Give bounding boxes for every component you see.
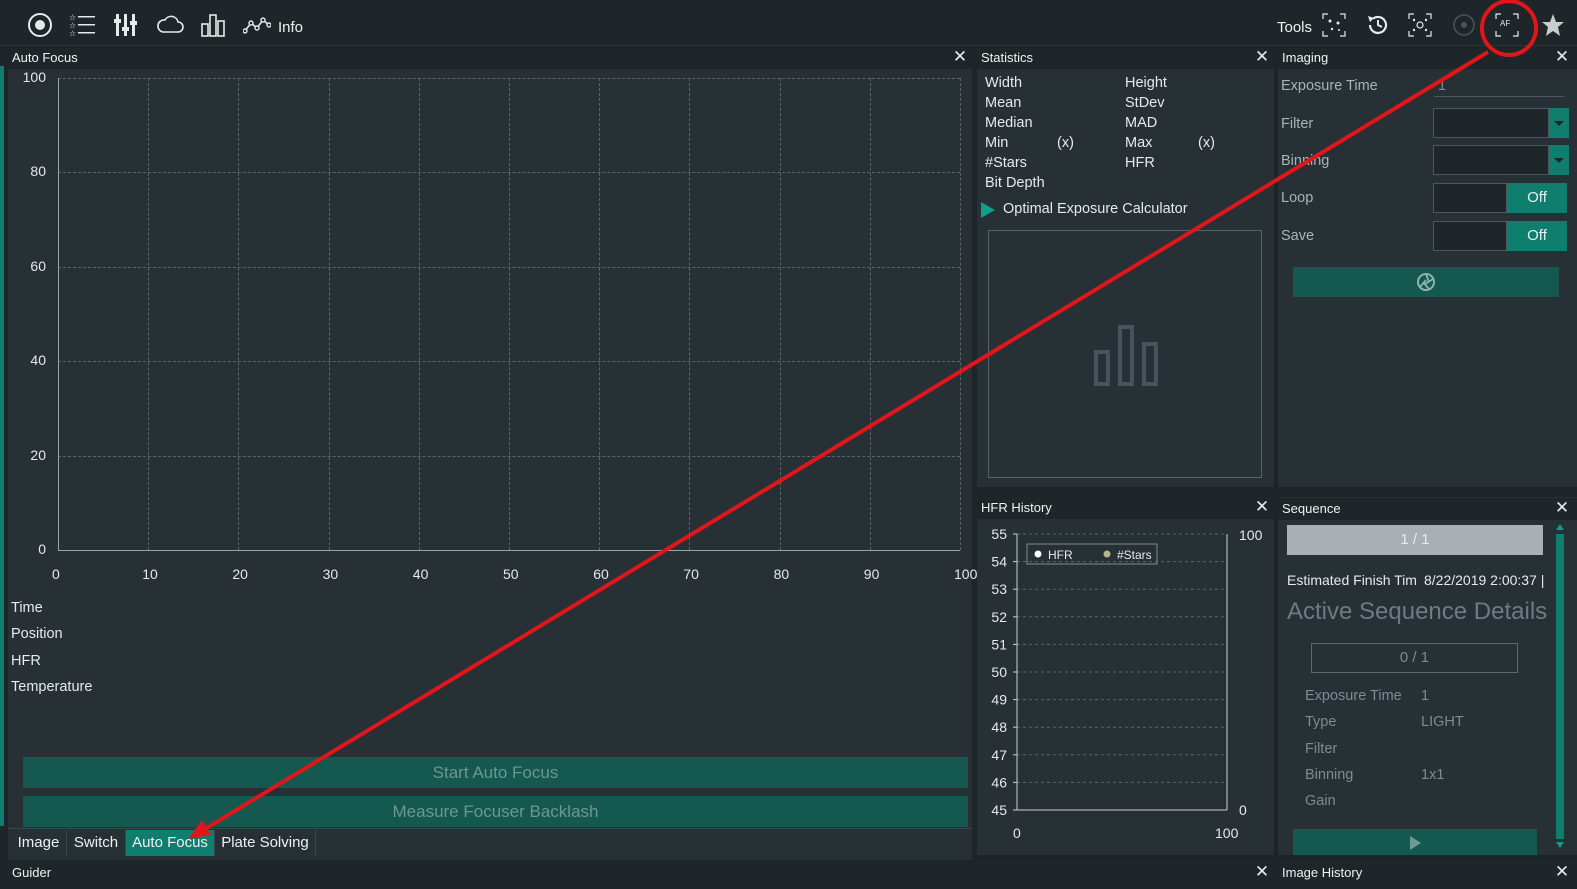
annotation-overlay xyxy=(188,0,1538,839)
annotation-circle xyxy=(1480,0,1538,57)
annotation-arrowhead xyxy=(188,820,211,839)
annotation-arrow-line xyxy=(198,50,1490,834)
